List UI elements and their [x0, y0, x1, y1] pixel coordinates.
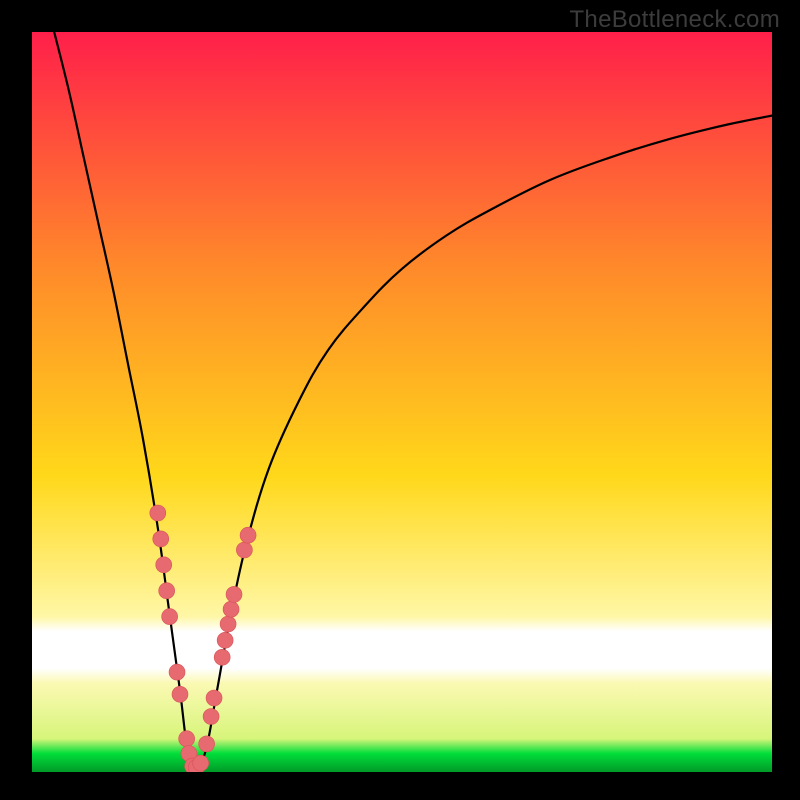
data-point — [179, 731, 195, 747]
data-point — [193, 755, 209, 771]
data-point — [159, 583, 175, 599]
data-point — [214, 649, 230, 665]
data-point — [150, 505, 166, 521]
data-point — [199, 736, 215, 752]
chart-frame: { "watermark": "TheBottleneck.com", "pal… — [0, 0, 800, 800]
data-point — [153, 531, 169, 547]
watermark-text: TheBottleneck.com — [569, 6, 780, 34]
plot-background — [32, 32, 772, 772]
data-point — [162, 609, 178, 625]
data-point — [206, 690, 222, 706]
data-point — [240, 527, 256, 543]
data-point — [217, 632, 233, 648]
data-point — [203, 709, 219, 725]
data-point — [236, 542, 252, 558]
data-point — [156, 557, 172, 573]
bottleneck-chart — [0, 0, 800, 800]
data-point — [220, 616, 236, 632]
data-point — [223, 601, 239, 617]
data-point — [169, 664, 185, 680]
data-point — [226, 586, 242, 602]
data-point — [172, 686, 188, 702]
